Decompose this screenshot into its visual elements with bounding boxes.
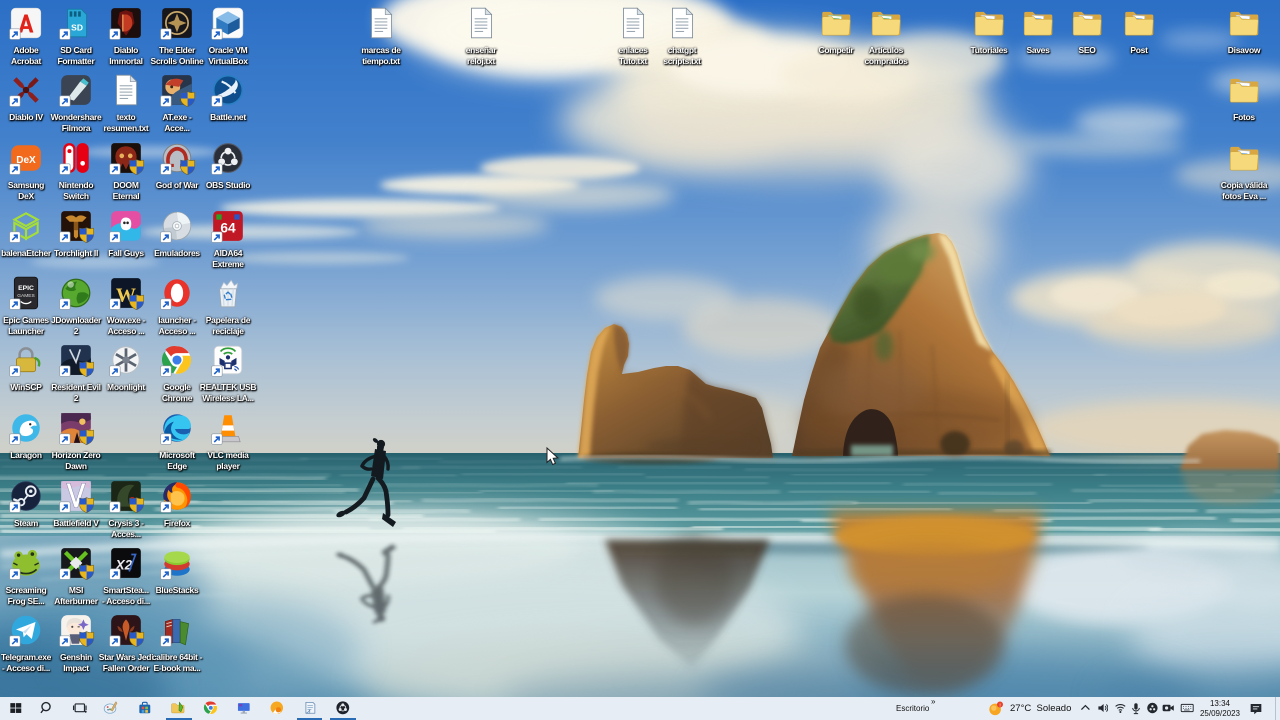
svg-text:!: ! (999, 702, 1000, 708)
